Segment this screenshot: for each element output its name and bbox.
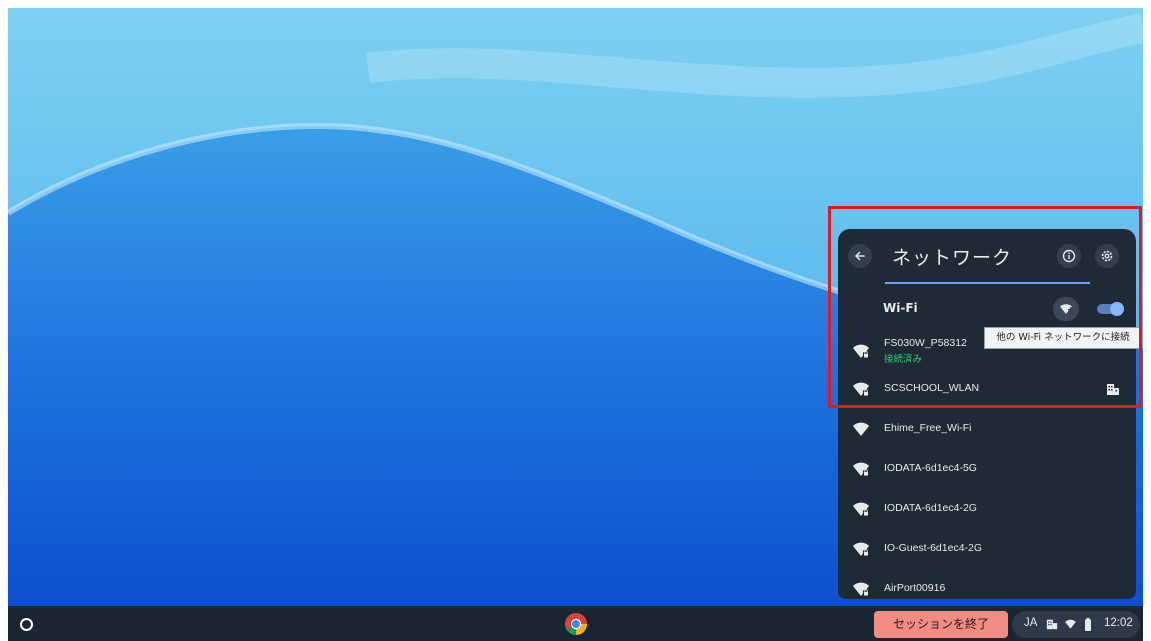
wifi-add-icon — [1060, 304, 1073, 314]
network-panel: ネットワーク Wi-Fi FS030W_P58312 接続済み SCSCHOOL… — [838, 229, 1136, 599]
info-icon — [1062, 249, 1076, 263]
wifi-secured-icon — [853, 382, 869, 396]
network-name: Ehime_Free_Wi-Fi — [884, 422, 972, 434]
network-status: 接続済み — [884, 354, 923, 365]
launcher-button[interactable] — [16, 614, 36, 634]
network-name: IO-Guest-6d1ec4-2G — [884, 542, 983, 554]
network-item[interactable]: SCSCHOOL_WLAN — [838, 369, 1136, 409]
network-item[interactable]: IODATA-6d1ec4-5G — [838, 449, 1136, 489]
clock: 12:02 — [1104, 617, 1133, 629]
network-name: FS030W_P58312 — [884, 337, 967, 349]
network-name: AirPort00916 — [884, 582, 946, 594]
wifi-toggle-row: Wi-Fi — [838, 291, 1136, 327]
wifi-secured-icon — [853, 542, 869, 556]
launcher-icon — [19, 617, 33, 631]
toggle-knob — [1110, 302, 1124, 316]
wifi-secured-icon — [853, 462, 869, 476]
back-button[interactable] — [848, 244, 872, 268]
network-item[interactable]: IODATA-6d1ec4-2G — [838, 489, 1136, 529]
ime-indicator: JA — [1024, 617, 1038, 629]
enterprise-icon — [1046, 619, 1058, 630]
wifi-secured-icon — [853, 344, 869, 358]
arrow-left-icon — [855, 251, 865, 261]
network-name: SCSCHOOL_WLAN — [884, 382, 980, 394]
header-divider — [885, 282, 1090, 284]
wifi-icon — [853, 422, 869, 436]
add-wifi-network-button[interactable] — [1053, 297, 1079, 321]
enterprise-icon — [1107, 384, 1119, 395]
wifi-secured-icon — [853, 582, 869, 596]
wifi-secured-icon — [853, 502, 869, 516]
add-network-tooltip: 他の Wi-Fi ネットワークに接続 — [984, 327, 1142, 349]
network-panel-header: ネットワーク — [838, 229, 1136, 284]
network-info-button[interactable] — [1057, 244, 1081, 268]
chrome-icon[interactable] — [564, 612, 588, 636]
status-tray[interactable]: JA 12:02 — [1012, 611, 1140, 638]
panel-title: ネットワーク — [892, 247, 1013, 269]
network-name: IODATA-6d1ec4-2G — [884, 502, 977, 514]
battery-icon — [1085, 618, 1091, 631]
network-settings-button[interactable] — [1095, 244, 1119, 268]
network-name: IODATA-6d1ec4-5G — [884, 462, 977, 474]
wifi-icon — [1065, 619, 1076, 629]
shelf: セッションを終了 JA 12:02 — [8, 606, 1143, 641]
wifi-toggle[interactable] — [1097, 302, 1124, 316]
network-item[interactable]: AirPort00916 — [838, 569, 1136, 599]
network-item[interactable]: IO-Guest-6d1ec4-2G — [838, 529, 1136, 569]
network-item[interactable]: Ehime_Free_Wi-Fi — [838, 409, 1136, 449]
wifi-label: Wi-Fi — [883, 301, 918, 315]
end-session-button[interactable]: セッションを終了 — [874, 611, 1008, 638]
gear-icon — [1101, 250, 1113, 262]
